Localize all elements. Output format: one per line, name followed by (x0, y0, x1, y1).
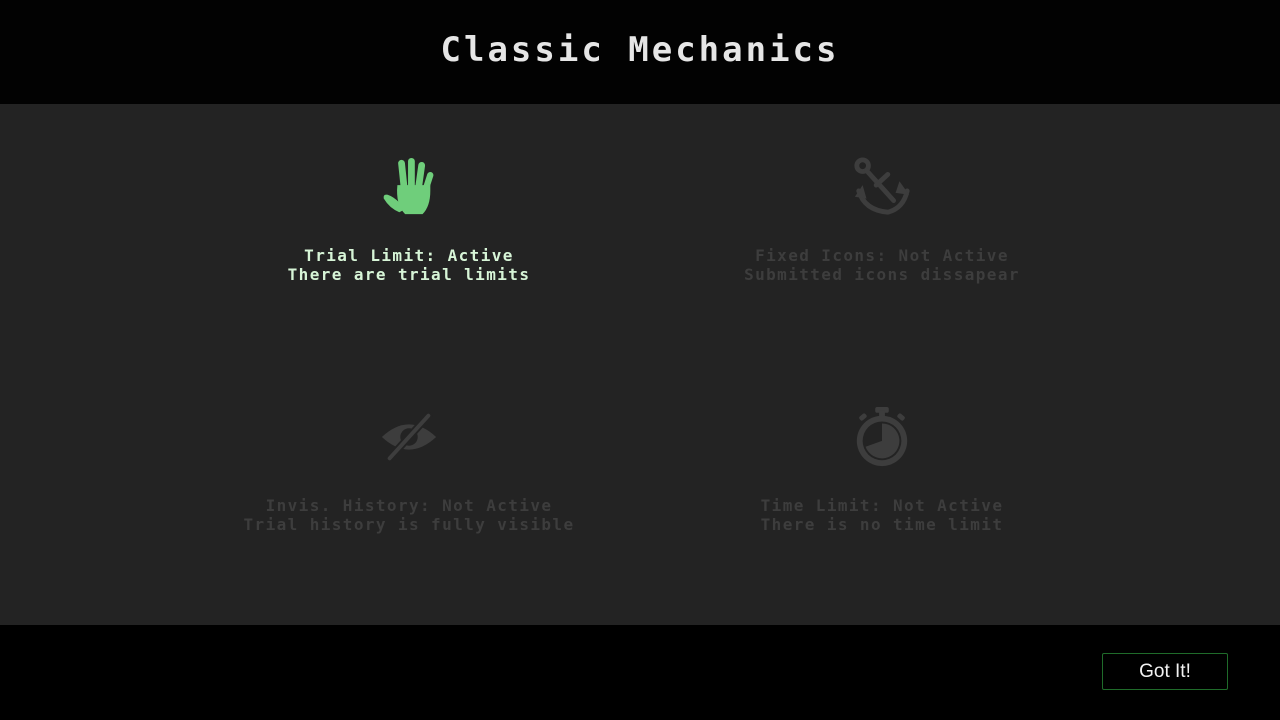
mechanic-description: Trial history is fully visible (243, 515, 575, 534)
mechanic-label: Invis. History: Not Active (265, 496, 553, 515)
mechanic-text: Trial Limit: Active There are trial limi… (288, 246, 531, 284)
stopwatch-icon (856, 406, 908, 467)
mechanic-text: Time Limit: Not Active There is no time … (761, 496, 1004, 534)
mechanic-invis-history: Invis. History: Not Active Trial history… (209, 406, 609, 534)
footer-bar (0, 625, 1280, 720)
eye-slash-icon (381, 411, 437, 463)
got-it-button[interactable]: Got It! (1102, 653, 1228, 690)
mechanic-description: Submitted icons dissapear (744, 265, 1020, 284)
mechanic-time-limit: Time Limit: Not Active There is no time … (682, 406, 1082, 534)
hand-icon (383, 157, 434, 215)
anchor-icon (854, 157, 910, 215)
mechanic-text: Invis. History: Not Active Trial history… (244, 496, 575, 534)
mechanic-label: Time Limit: Not Active (760, 496, 1004, 515)
mechanic-fixed-icons: Fixed Icons: Not Active Submitted icons … (682, 156, 1082, 284)
mechanics-panel: Trial Limit: Active There are trial limi… (0, 104, 1280, 625)
mechanic-description: There is no time limit (760, 515, 1004, 534)
mechanic-text: Fixed Icons: Not Active Submitted icons … (744, 246, 1020, 284)
mechanic-description: There are trial limits (287, 265, 531, 284)
page-title: Classic Mechanics (440, 30, 840, 70)
mechanic-trial-limit: Trial Limit: Active There are trial limi… (209, 156, 609, 284)
mechanic-label: Fixed Icons: Not Active (755, 246, 1009, 265)
header-bar: Classic Mechanics (0, 0, 1280, 104)
mechanic-label: Trial Limit: Active (304, 246, 514, 265)
